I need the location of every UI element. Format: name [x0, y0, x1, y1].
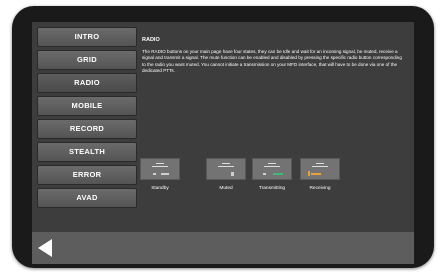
- nav-button-mobile[interactable]: MOBILE: [37, 96, 137, 116]
- state-label: Muted: [219, 186, 233, 191]
- back-arrow-icon: [38, 239, 52, 257]
- state-label: Transmitting: [258, 186, 286, 191]
- bottom-bar: [32, 232, 414, 264]
- page-title: RADIO: [142, 37, 160, 43]
- nav-button-record[interactable]: RECORD: [37, 119, 137, 139]
- transmit-indicator: [273, 173, 283, 175]
- description-text: The RADIO buttons on your main page have…: [142, 49, 402, 73]
- receive-indicator: [308, 171, 310, 176]
- nav-button-avad[interactable]: AVAD: [37, 188, 137, 208]
- radio-button-preview: [252, 158, 292, 180]
- radio-state-receiving: Receiving: [300, 158, 340, 191]
- radio-button-preview: [300, 158, 340, 180]
- content-panel: RADIO The RADIO buttons on your main pag…: [142, 37, 404, 74]
- radio-button-preview: [140, 158, 180, 180]
- nav-button-intro[interactable]: INTRO: [37, 27, 137, 47]
- nav-button-grid[interactable]: GRID: [37, 50, 137, 70]
- nav-menu: INTRO GRID RADIO MOBILE RECORD STEALTH E…: [37, 27, 139, 211]
- nav-button-radio[interactable]: RADIO: [37, 73, 137, 93]
- radio-state-transmitting: Transmitting: [252, 158, 292, 191]
- radio-state-muted: Muted: [206, 158, 246, 191]
- radio-states-row: Standby Muted Transmitting Receiving: [140, 158, 410, 198]
- mfd-screen: INTRO GRID RADIO MOBILE RECORD STEALTH E…: [32, 22, 414, 264]
- radio-state-standby: Standby: [140, 158, 180, 191]
- radio-button-preview: [206, 158, 246, 180]
- state-label: Receiving: [309, 186, 331, 191]
- receive-bar: [311, 173, 321, 175]
- nav-button-stealth[interactable]: STEALTH: [37, 142, 137, 162]
- tablet-frame: INTRO GRID RADIO MOBILE RECORD STEALTH E…: [12, 6, 434, 268]
- nav-button-error[interactable]: ERROR: [37, 165, 137, 185]
- back-button[interactable]: [38, 239, 52, 257]
- state-label: Standby: [151, 186, 169, 191]
